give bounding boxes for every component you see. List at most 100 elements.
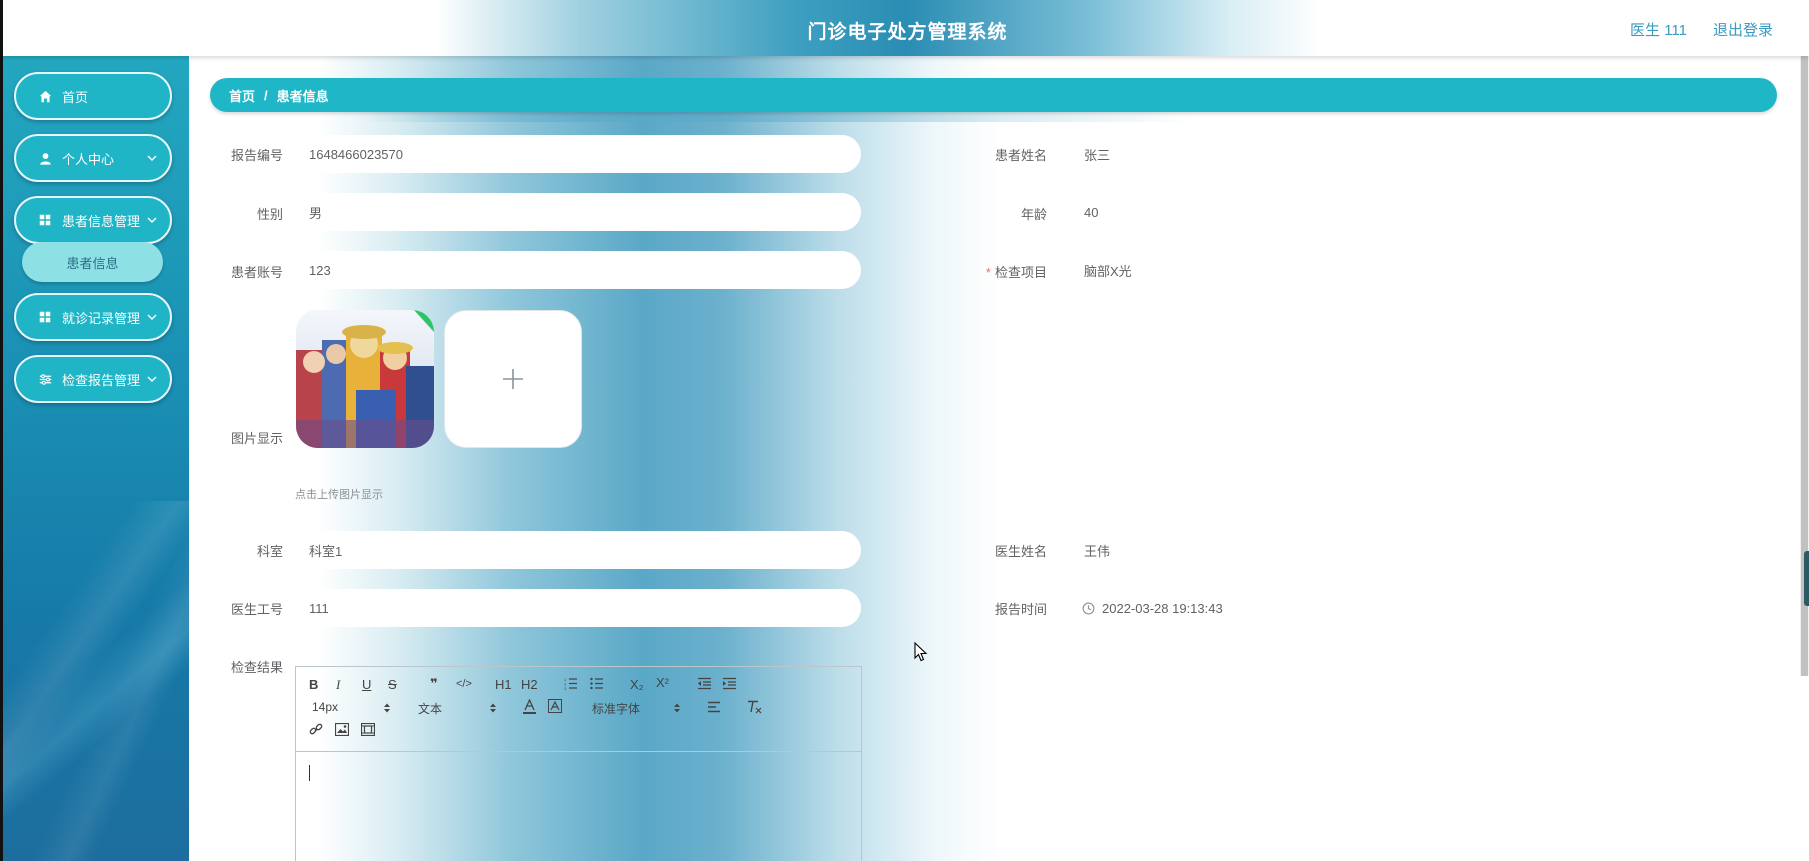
breadcrumb-separator: / — [264, 87, 268, 103]
report-no-field[interactable]: 1648466023570 — [295, 135, 861, 173]
user-icon — [38, 151, 52, 165]
report-time-label: 报告时间 — [994, 602, 1047, 617]
link-button[interactable] — [309, 723, 323, 740]
chevron-down-icon — [147, 217, 157, 223]
bullet-list-button[interactable] — [590, 677, 604, 693]
italic-button[interactable]: I — [336, 677, 340, 693]
uploaded-image-thumbnail[interactable] — [296, 310, 434, 448]
main-content: 首页 / 患者信息 报告编号 1648466023570 患者姓名 张三 性别 … — [189, 56, 1809, 861]
doctor-name-label: 医生姓名 — [994, 544, 1047, 559]
sidebar-item-visit-records[interactable]: 就诊记录管理 — [14, 293, 172, 341]
heading1-button[interactable]: H1 — [495, 677, 512, 692]
chevron-down-icon — [147, 314, 157, 320]
patient-name-value: 张三 — [1084, 147, 1111, 163]
home-icon — [38, 89, 52, 103]
bullet-list-icon — [590, 677, 603, 690]
side-tab-handle[interactable] — [1804, 551, 1809, 606]
sidebar-item-patient-management[interactable]: 患者信息管理 — [14, 196, 172, 244]
indent-icon — [723, 677, 736, 690]
font-color-button[interactable] — [523, 698, 536, 717]
report-no-value: 1648466023570 — [309, 146, 403, 162]
sidebar-item-personal-center[interactable]: 个人中心 — [14, 134, 172, 182]
background-color-icon — [548, 699, 562, 713]
font-family-select[interactable]: 标准字体 — [592, 700, 640, 717]
grid-icon — [38, 213, 52, 227]
rich-text-editor: B I U S ❞ </> H1 H2 123 X₂ X² 14px 文本 标准… — [295, 666, 862, 861]
outdent-icon — [698, 677, 711, 690]
current-user: 医生 111 — [1630, 22, 1687, 39]
chevron-down-icon — [147, 376, 157, 382]
sidebar-item-exam-reports[interactable]: 检查报告管理 — [14, 355, 172, 403]
upload-hint: 点击上传图片显示 — [295, 489, 383, 501]
breadcrumb-home[interactable]: 首页 — [229, 86, 255, 105]
block-format-select[interactable]: 文本 — [418, 700, 442, 717]
superscript-button[interactable]: X² — [656, 675, 669, 690]
code-button[interactable]: </> — [456, 678, 472, 690]
clock-icon — [1082, 602, 1095, 614]
outdent-button[interactable] — [697, 677, 712, 693]
exam-item-value: 脑部X光 — [1084, 263, 1132, 279]
doctor-id-field[interactable]: 111 — [295, 589, 861, 627]
age-label: 年龄 — [1020, 207, 1047, 222]
editor-toolbar: B I U S ❞ </> H1 H2 123 X₂ X² 14px 文本 标准… — [296, 667, 861, 752]
select-arrows-icon — [490, 703, 496, 713]
exam-item-label: * 检查项目 — [949, 262, 1047, 281]
clear-format-button[interactable] — [747, 700, 762, 717]
ordered-list-button[interactable]: 123 — [564, 677, 578, 693]
sliders-icon — [38, 372, 52, 386]
editor-content-area[interactable] — [296, 753, 861, 861]
text-caret — [309, 765, 310, 781]
image-button[interactable] — [334, 722, 350, 739]
clear-format-icon — [748, 700, 762, 714]
background-color-button[interactable] — [548, 699, 562, 716]
patient-name-label: 患者姓名 — [994, 148, 1047, 163]
link-icon — [309, 723, 323, 735]
select-arrows-icon — [384, 703, 390, 713]
subscript-button[interactable]: X₂ — [630, 677, 644, 692]
svg-text:3: 3 — [564, 686, 567, 690]
strike-button[interactable]: S — [388, 677, 397, 692]
doctor-id-label: 医生工号 — [230, 602, 283, 617]
sidebar-subitem-patient-info[interactable]: 患者信息 — [22, 242, 163, 282]
logout-link[interactable]: 退出登录 — [1713, 19, 1773, 40]
align-button[interactable] — [707, 701, 721, 716]
image-label: 图片显示 — [230, 431, 283, 446]
chevron-down-icon — [147, 155, 157, 161]
select-arrows-icon — [674, 703, 680, 713]
required-mark: * — [985, 265, 991, 280]
indent-button[interactable] — [722, 677, 737, 693]
report-no-label: 报告编号 — [230, 148, 283, 163]
doctor-name-field[interactable]: 王伟 — [1070, 531, 1350, 569]
plus-icon — [503, 369, 523, 389]
report-time-picker[interactable]: 2022-03-28 19:13:43 — [1070, 589, 1276, 627]
heading2-button[interactable]: H2 — [521, 677, 538, 692]
quote-button[interactable]: ❞ — [430, 676, 438, 692]
video-button[interactable] — [360, 722, 376, 739]
doctor-id-value: 111 — [309, 600, 329, 616]
patient-account-field[interactable]: 123 — [295, 251, 861, 289]
patient-account-label: 患者账号 — [230, 265, 283, 280]
decorative-band — [359, 112, 1559, 122]
exam-item-label-text: 检查项目 — [994, 265, 1047, 280]
image-icon — [334, 722, 350, 737]
grid-icon — [38, 310, 52, 324]
sidebar-item-home[interactable]: 首页 — [14, 72, 172, 120]
department-value: 科室1 — [309, 543, 343, 559]
sidebar-decoration — [3, 501, 189, 861]
underline-button[interactable]: U — [362, 677, 371, 692]
breadcrumb-current: 患者信息 — [276, 88, 329, 104]
report-time-value: 2022-03-28 19:13:43 — [1102, 600, 1223, 616]
patient-name-field[interactable]: 张三 — [1070, 135, 1350, 173]
age-field[interactable]: 40 — [1070, 193, 1350, 231]
breadcrumb: 首页 / 患者信息 — [210, 78, 1777, 112]
upload-image-button[interactable] — [444, 310, 582, 448]
gender-field[interactable]: 男 — [295, 193, 861, 231]
exam-item-field[interactable]: 脑部X光 — [1070, 251, 1350, 289]
department-field[interactable]: 科室1 — [295, 531, 861, 569]
sidebar-subitem-label: 患者信息 — [66, 255, 119, 271]
department-label: 科室 — [256, 544, 283, 559]
bold-button[interactable]: B — [309, 677, 318, 692]
exam-result-label: 检查结果 — [230, 660, 283, 675]
font-size-select[interactable]: 14px — [312, 700, 338, 714]
font-color-icon — [523, 698, 536, 714]
